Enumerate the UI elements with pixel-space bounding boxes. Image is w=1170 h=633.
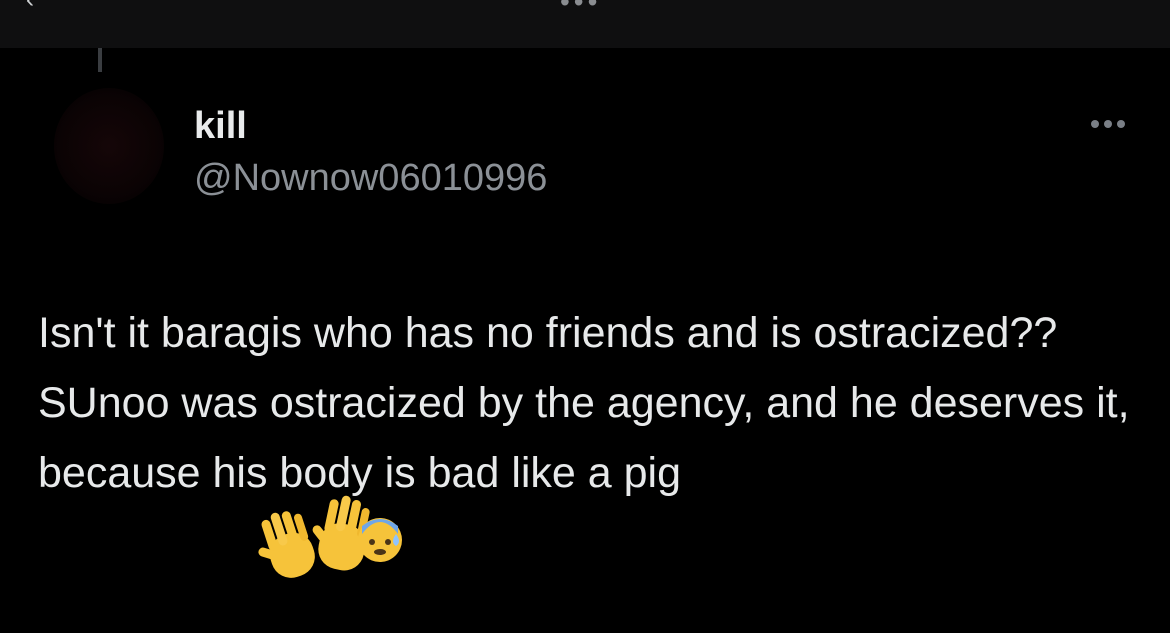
more-horizontal-icon [1104,120,1112,128]
thread-connector-line [98,48,102,72]
tweet-text: Isn't it baragis who has no friends and … [38,309,1130,497]
anxious-face-icon [358,518,402,562]
loading-dots-icon: ••• [560,0,602,17]
more-horizontal-icon [1091,120,1099,128]
more-options-button[interactable] [1080,110,1136,138]
display-name[interactable]: kill [194,104,247,148]
back-arrow-icon[interactable]: ‹ [26,0,46,12]
emoji-group [258,495,402,578]
waving-hand-icon [258,511,315,578]
user-handle[interactable]: @Nownow06010996 [194,156,547,200]
top-navigation-bar: ‹ ••• [0,0,1170,48]
more-horizontal-icon [1117,120,1125,128]
avatar[interactable] [54,88,164,204]
